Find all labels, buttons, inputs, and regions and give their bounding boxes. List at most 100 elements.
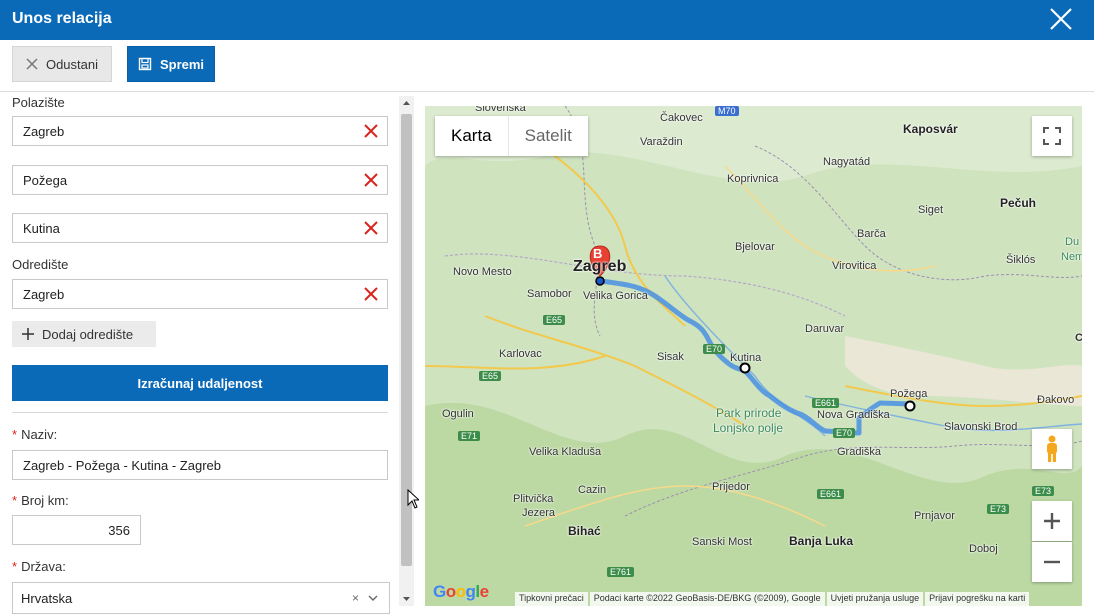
cancel-label: Odustani bbox=[45, 56, 99, 72]
terms-link[interactable]: Uvjeti pružanja usluge bbox=[826, 592, 924, 606]
place-label: Velika Kladuša bbox=[529, 446, 602, 458]
add-destination-button[interactable]: Dodaj odredište bbox=[12, 321, 156, 347]
save-button[interactable]: Spremi bbox=[127, 46, 215, 82]
stop-value: Kutina bbox=[23, 221, 60, 236]
divider bbox=[12, 412, 388, 413]
place-label: Sanski Most bbox=[692, 536, 752, 548]
country-value: Hrvatska bbox=[21, 591, 73, 606]
place-label: Đakovo bbox=[1037, 394, 1075, 406]
place-label: Bihać bbox=[568, 524, 601, 538]
form-scrollbar[interactable] bbox=[399, 96, 414, 606]
remove-icon[interactable] bbox=[363, 123, 379, 139]
place-label: Prnjavor bbox=[914, 510, 955, 522]
mouse-cursor-icon bbox=[407, 489, 419, 509]
name-input[interactable]: Zagreb - Požega - Kutina - Zagreb bbox=[12, 450, 388, 480]
close-icon bbox=[26, 58, 38, 70]
map-type-map-button[interactable]: Karta bbox=[435, 116, 508, 156]
place-label: Novo Mesto bbox=[453, 266, 512, 278]
clear-icon[interactable]: × bbox=[352, 591, 359, 605]
destination-field[interactable]: Zagreb bbox=[12, 279, 388, 309]
place-label: Lonjsko polje bbox=[713, 421, 784, 435]
road-shield: E661 bbox=[817, 489, 845, 499]
place-label: Gradiška bbox=[837, 446, 882, 458]
stop-field[interactable]: Požega bbox=[12, 165, 388, 195]
scroll-down-icon[interactable] bbox=[399, 592, 414, 606]
scroll-up-icon[interactable] bbox=[399, 96, 414, 110]
place-label: Velika Gorica bbox=[583, 290, 648, 302]
pegman-icon bbox=[1047, 435, 1057, 462]
place-label: Nem bbox=[1061, 251, 1082, 263]
place-label: Daruvar bbox=[805, 323, 845, 335]
road-shield: E73 bbox=[987, 504, 1010, 514]
calculate-distance-button[interactable]: Izračunaj udaljenost bbox=[12, 365, 388, 401]
remove-icon[interactable] bbox=[363, 172, 379, 188]
keyboard-shortcuts-link[interactable]: Tipkovni prečaci bbox=[515, 592, 588, 606]
report-error-link[interactable]: Prijavi pogrešku na karti bbox=[925, 592, 1030, 606]
route-form: Polazište Zagreb Požega Kutina Odredište… bbox=[0, 91, 398, 614]
plus-icon bbox=[1044, 513, 1060, 529]
place-label: Nagyatád bbox=[823, 156, 871, 168]
stop-field[interactable]: Kutina bbox=[12, 213, 388, 243]
road-shield: M70 bbox=[715, 106, 739, 116]
country-label: * Država: bbox=[12, 559, 66, 574]
origin-field[interactable]: Zagreb bbox=[12, 116, 388, 146]
zoom-in-button[interactable] bbox=[1032, 501, 1072, 541]
map-data-text: Podaci karte ©2022 GeoBasis-DE/BKG (©200… bbox=[589, 592, 825, 606]
origin-value: Zagreb bbox=[23, 124, 65, 139]
add-destination-label: Dodaj odredište bbox=[42, 326, 134, 342]
street-view-button[interactable] bbox=[1032, 429, 1072, 469]
country-select[interactable]: Hrvatska × bbox=[12, 582, 390, 614]
destination-label: Odredište bbox=[12, 257, 69, 272]
place-label: Varaždin bbox=[640, 136, 683, 148]
place-label: Slovenska bbox=[475, 106, 526, 114]
road-shield: E65 bbox=[543, 315, 566, 325]
destination-value: Zagreb bbox=[23, 287, 65, 302]
chevron-down-icon[interactable] bbox=[367, 592, 379, 604]
road-shield: E70 bbox=[833, 428, 856, 438]
fullscreen-button[interactable] bbox=[1032, 116, 1072, 156]
toolbar: Odustani Spremi bbox=[0, 40, 1094, 92]
place-label: Šiklós bbox=[1006, 254, 1036, 266]
place-label: Nova Gradiška bbox=[817, 409, 890, 421]
place-label: Doboj bbox=[969, 543, 998, 555]
road-shield: E70 bbox=[703, 344, 726, 354]
place-label: Sisak bbox=[657, 351, 684, 363]
stop-value: Požega bbox=[23, 173, 68, 188]
google-logo: Google bbox=[433, 582, 489, 601]
place-label: Park prirode bbox=[716, 406, 782, 420]
place-label: Požega bbox=[890, 388, 928, 400]
map-attribution: Tipkovni prečaci Podaci karte ©2022 GeoB… bbox=[513, 592, 1030, 606]
map-type-satellite-button[interactable]: Satelit bbox=[507, 116, 588, 156]
fullscreen-icon bbox=[1043, 127, 1061, 145]
km-input[interactable]: 356 bbox=[12, 515, 141, 545]
dialog-title: Unos relacija bbox=[12, 10, 112, 27]
place-label: Ogulin bbox=[442, 408, 474, 420]
route-map[interactable]: B Slovenska Čakovec Varaždin Kaposvár Na… bbox=[425, 106, 1082, 606]
place-label: Zagreb bbox=[573, 258, 627, 275]
remove-icon[interactable] bbox=[363, 220, 379, 236]
place-label: Bjelovar bbox=[735, 241, 775, 253]
road-shield: E761 bbox=[607, 567, 635, 577]
place-label: Plitvička bbox=[513, 493, 554, 505]
cancel-button[interactable]: Odustani bbox=[12, 46, 112, 82]
save-icon bbox=[138, 57, 152, 71]
place-label: Barča bbox=[857, 228, 886, 240]
place-label: Prijedor bbox=[712, 481, 750, 493]
place-label: Čakovec bbox=[660, 112, 703, 124]
place-label: Karlovac bbox=[499, 348, 542, 360]
close-icon[interactable] bbox=[1048, 6, 1074, 32]
place-label: Slavonski Brod bbox=[944, 421, 1018, 433]
road-shield: E71 bbox=[458, 431, 481, 441]
km-label: * Broj km: bbox=[12, 493, 69, 508]
plus-icon bbox=[22, 328, 34, 340]
place-label: C bbox=[1075, 332, 1082, 344]
remove-icon[interactable] bbox=[363, 286, 379, 302]
road-shield: E73 bbox=[1032, 486, 1055, 496]
map-type-control: Karta Satelit bbox=[435, 116, 588, 156]
place-label: Cazin bbox=[578, 484, 607, 496]
place-label: Virovitica bbox=[832, 260, 877, 272]
place-label: Kaposvár bbox=[903, 122, 958, 136]
place-label: Jezera bbox=[522, 507, 556, 519]
name-value: Zagreb - Požega - Kutina - Zagreb bbox=[23, 458, 221, 473]
zoom-out-button[interactable] bbox=[1032, 542, 1072, 582]
